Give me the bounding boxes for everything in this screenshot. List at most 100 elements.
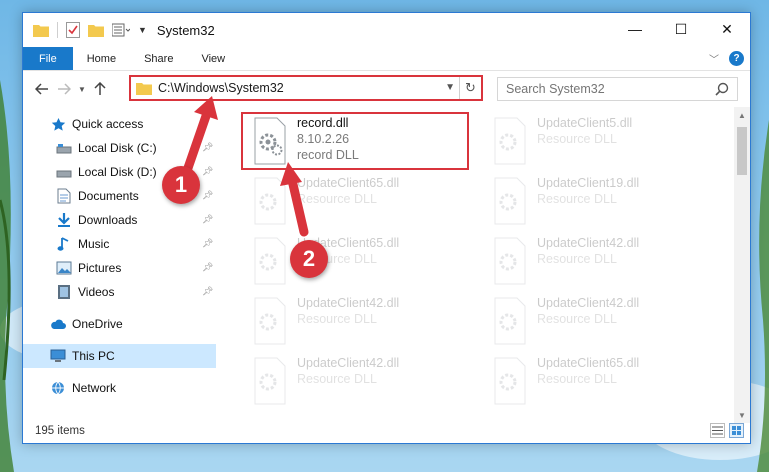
file-name: UpdateClient19.dll: [537, 176, 640, 190]
file-version: 8.10.2.26: [297, 132, 350, 146]
file-item[interactable]: UpdateClient65.dll Resource DLL: [481, 352, 711, 410]
window-title: System32: [156, 22, 215, 38]
vertical-scrollbar[interactable]: ▲ ▼: [734, 107, 750, 423]
file-name: UpdateClient65.dll: [537, 356, 640, 370]
nav-label: Pictures: [78, 261, 122, 275]
file-name: UpdateClient42.dll: [297, 296, 400, 310]
large-icons-view-icon[interactable]: [729, 423, 744, 438]
folder-icon: [33, 25, 49, 37]
nav-item-music[interactable]: Music 📌︎: [23, 232, 216, 256]
dll-file-icon: [254, 357, 286, 405]
palm-leaf-decoration: [757, 120, 769, 472]
step-1-callout: 1: [162, 166, 200, 204]
forward-arrow-icon: [58, 83, 71, 95]
computer-icon: [49, 348, 67, 364]
minimize-button[interactable]: —: [612, 13, 658, 45]
search-icon[interactable]: [715, 82, 729, 96]
file-description: Resource DLL: [297, 192, 377, 206]
file-item[interactable]: UpdateClient42.dll Resource DLL: [241, 352, 471, 410]
close-button[interactable]: ✕: [704, 13, 750, 45]
maximize-button[interactable]: ☐: [658, 13, 704, 45]
file-item[interactable]: UpdateClient19.dll Resource DLL: [481, 172, 711, 230]
back-button[interactable]: [31, 78, 53, 100]
new-folder-icon[interactable]: [88, 23, 104, 37]
dll-file-icon: [494, 357, 526, 405]
file-item-record-dll[interactable]: record.dll 8.10.2.26 record DLL: [241, 112, 471, 170]
file-item[interactable]: UpdateClient5.dll Resource DLL: [481, 112, 711, 170]
pin-icon[interactable]: 📌︎: [202, 166, 213, 176]
nav-item-downloads[interactable]: Downloads 📌︎: [23, 208, 216, 232]
file-item[interactable]: UpdateClient42.dll Resource DLL: [481, 232, 711, 290]
nav-item-videos[interactable]: Videos 📌︎: [23, 280, 216, 304]
file-name: UpdateClient42.dll: [297, 356, 400, 370]
back-arrow-icon: [35, 83, 48, 95]
videos-icon: [55, 284, 73, 300]
dll-file-icon: [494, 237, 526, 285]
palm-leaf-decoration: [0, 80, 14, 472]
downloads-icon: [55, 212, 73, 228]
file-item[interactable]: UpdateClient42.dll Resource DLL: [481, 292, 711, 350]
nav-item-local-disk-c[interactable]: Local Disk (C:) 📌︎: [23, 136, 216, 160]
address-bar[interactable]: C:\Windows\System32 ▼ ↻: [129, 75, 483, 101]
forward-button[interactable]: [53, 78, 75, 100]
pin-icon[interactable]: 📌︎: [202, 214, 213, 224]
nav-this-pc[interactable]: This PC: [23, 344, 216, 368]
properties-icon[interactable]: [66, 22, 80, 38]
help-icon[interactable]: ?: [729, 51, 744, 66]
dll-file-icon: [254, 117, 286, 165]
details-view-icon[interactable]: [710, 423, 725, 438]
file-description: Resource DLL: [297, 312, 377, 326]
address-history-chevron-icon[interactable]: ▼: [445, 82, 455, 93]
tab-file[interactable]: File: [23, 47, 73, 70]
file-description: Resource DLL: [537, 252, 617, 266]
scroll-up-icon[interactable]: ▲: [734, 107, 750, 123]
tab-home[interactable]: Home: [73, 47, 130, 70]
ribbon-tabs: File Home Share View ﹀ ?: [23, 47, 750, 71]
dll-file-icon: [494, 177, 526, 225]
file-description: Resource DLL: [297, 372, 377, 386]
ribbon-right-controls: ﹀ ?: [709, 51, 744, 66]
pin-icon[interactable]: 📌︎: [202, 142, 213, 152]
tab-view[interactable]: View: [187, 47, 239, 70]
dll-file-icon: [494, 297, 526, 345]
file-name: UpdateClient5.dll: [537, 116, 633, 130]
file-description: Resource DLL: [537, 132, 617, 146]
drive-icon: [55, 140, 73, 156]
recent-locations-button[interactable]: ▼: [75, 78, 89, 100]
nav-label: Network: [72, 381, 117, 395]
toolbar-divider: [57, 22, 58, 38]
nav-label: Local Disk (D:): [78, 165, 157, 179]
pin-icon[interactable]: 📌︎: [202, 262, 213, 272]
nav-network[interactable]: Network: [23, 376, 216, 400]
pin-icon[interactable]: 📌︎: [202, 286, 213, 296]
tab-share[interactable]: Share: [130, 47, 187, 70]
nav-item-pictures[interactable]: Pictures 📌︎: [23, 256, 216, 280]
pin-icon[interactable]: 📌︎: [202, 238, 213, 248]
nav-label: Videos: [78, 285, 115, 299]
search-box[interactable]: [497, 77, 738, 101]
pictures-icon: [55, 260, 73, 276]
view-options-icon[interactable]: [112, 23, 130, 37]
customize-toolbar-chevron-icon[interactable]: ▼: [138, 25, 147, 35]
nav-label: Documents: [78, 189, 139, 203]
network-icon: [49, 380, 67, 396]
search-input[interactable]: [506, 82, 716, 96]
documents-icon: [55, 188, 73, 204]
folder-icon: [136, 83, 152, 95]
scrollbar-thumb[interactable]: [737, 127, 747, 175]
star-icon: [49, 116, 67, 132]
explorer-window: ▼ System32 — ☐ ✕ File Home Share View ﹀ …: [22, 12, 751, 444]
refresh-icon[interactable]: ↻: [459, 77, 481, 99]
expand-ribbon-chevron-icon[interactable]: ﹀: [709, 51, 719, 66]
pin-icon[interactable]: 📌︎: [202, 190, 213, 200]
nav-onedrive[interactable]: OneDrive: [23, 312, 216, 336]
up-button[interactable]: [89, 78, 111, 100]
chevron-down-icon: ▼: [78, 84, 86, 94]
file-item[interactable]: UpdateClient65.dll Resource DLL: [241, 232, 471, 290]
file-item[interactable]: UpdateClient42.dll Resource DLL: [241, 292, 471, 350]
nav-label: OneDrive: [72, 317, 123, 331]
address-path[interactable]: C:\Windows\System32: [158, 81, 284, 95]
nav-quick-access[interactable]: Quick access: [23, 112, 216, 136]
nav-label: Music: [78, 237, 110, 251]
file-item[interactable]: UpdateClient65.dll Resource DLL: [241, 172, 471, 230]
